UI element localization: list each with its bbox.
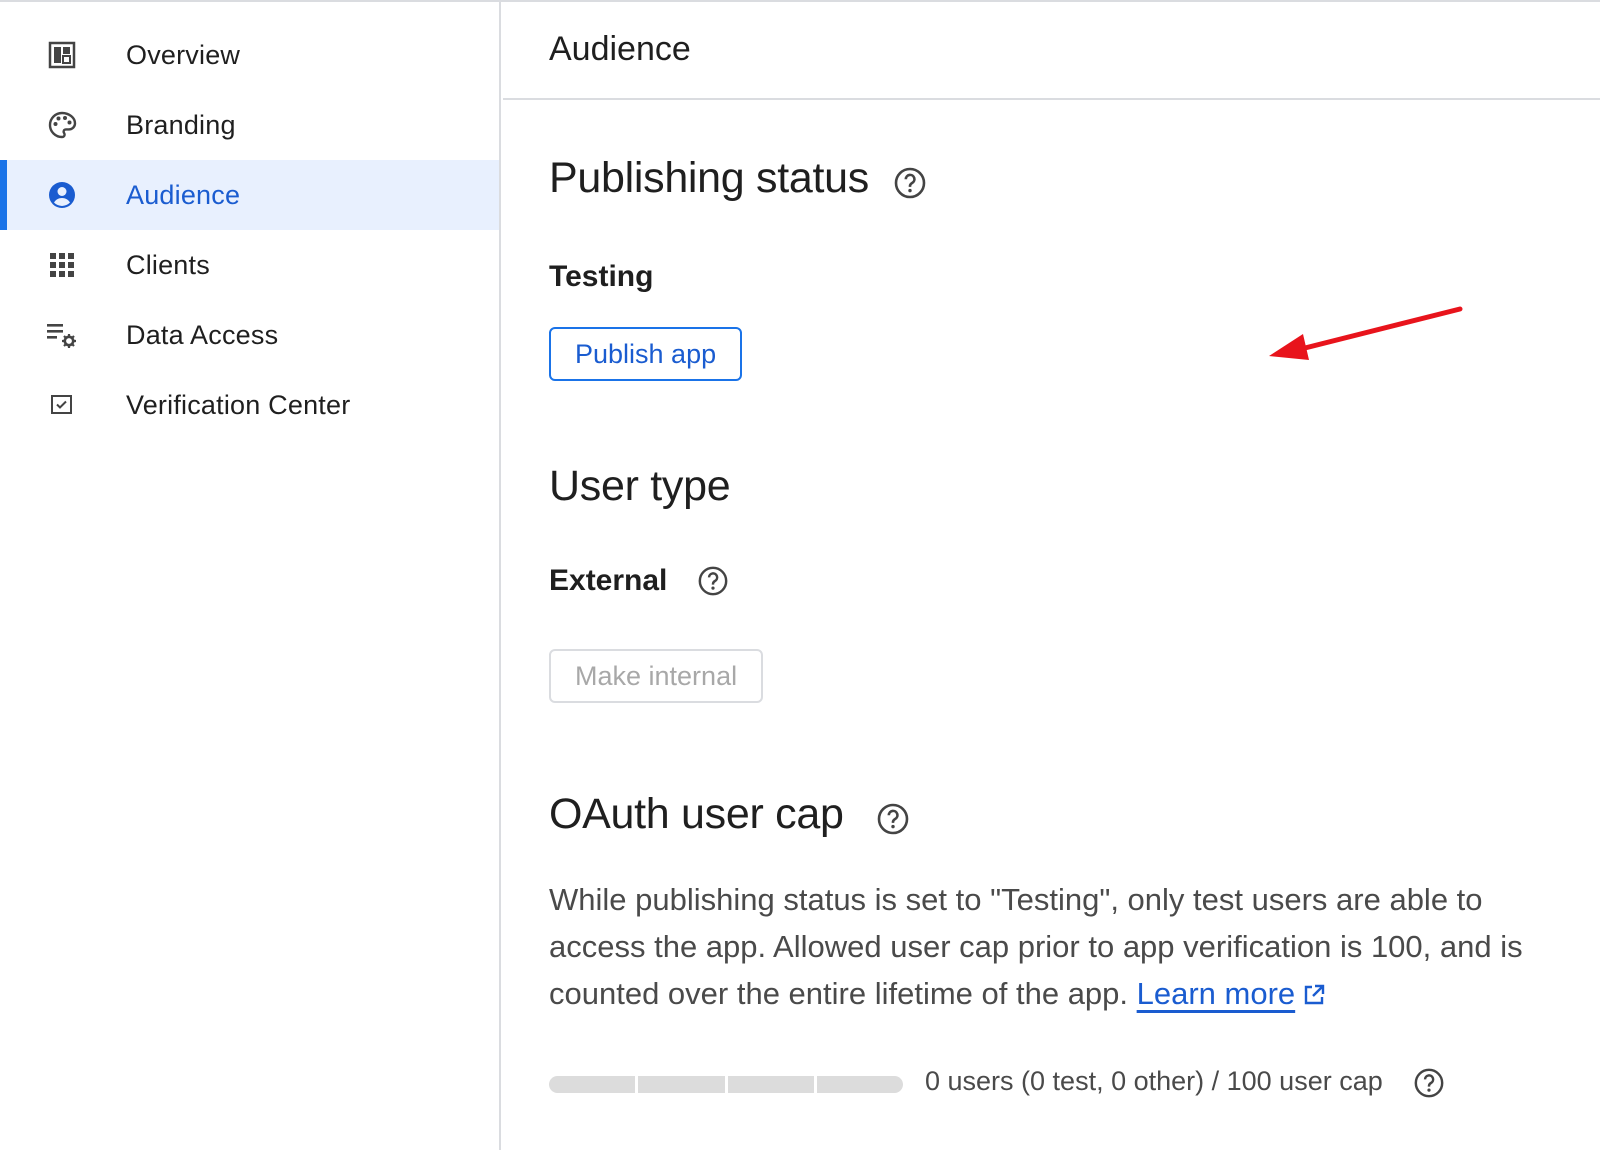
app-frame: Overview Branding Audience Clients Data … [0, 0, 1600, 1150]
help-icon[interactable] [876, 802, 910, 836]
list-settings-icon [46, 319, 78, 351]
sidebar-item-label: Verification Center [126, 389, 351, 420]
publish-app-button[interactable]: Publish app [549, 327, 743, 381]
sidebar-item-data-access[interactable]: Data Access [0, 300, 499, 370]
help-icon[interactable] [893, 166, 927, 200]
user-type-heading: User type [549, 462, 731, 510]
sidebar-item-label: Audience [126, 179, 241, 210]
help-icon[interactable] [697, 565, 729, 597]
sidebar-item-label: Branding [126, 109, 236, 140]
user-cap-progress-bar [549, 1076, 903, 1093]
sidebar-item-audience[interactable]: Audience [0, 160, 499, 230]
sidebar-item-clients[interactable]: Clients [0, 230, 499, 300]
oauth-description-text: While publishing status is set to "Testi… [549, 882, 1523, 1011]
progress-segment [816, 1076, 903, 1093]
annotation-arrow-icon [1269, 306, 1463, 360]
checkbox-icon [46, 389, 78, 421]
sidebar: Overview Branding Audience Clients Data … [0, 2, 501, 1150]
sidebar-item-verification-center[interactable]: Verification Center [0, 370, 499, 440]
oauth-user-cap-heading-text: OAuth user cap [549, 790, 844, 838]
sidebar-item-branding[interactable]: Branding [0, 90, 499, 160]
account-circle-icon [46, 179, 78, 211]
sidebar-item-label: Data Access [126, 319, 279, 350]
learn-more-link[interactable]: Learn more [1137, 976, 1296, 1011]
user-type-value: External [549, 564, 668, 597]
sidebar-item-overview[interactable]: Overview [0, 20, 499, 90]
sidebar-item-label: Clients [126, 249, 210, 280]
publishing-status-value: Testing [549, 260, 654, 293]
progress-segment [549, 1076, 636, 1093]
user-cap-usage-text: 0 users (0 test, 0 other) / 100 user cap [925, 1066, 1383, 1096]
progress-segment [727, 1076, 814, 1093]
external-link-icon [1303, 972, 1325, 1019]
page-header: Audience [503, 2, 1600, 100]
help-icon[interactable] [1413, 1067, 1447, 1101]
user-type-value-row: External [549, 564, 729, 598]
palette-icon [46, 109, 78, 141]
dashboard-icon [46, 39, 78, 71]
make-internal-button: Make internal [549, 649, 764, 703]
publishing-status-heading: Publishing status [549, 154, 927, 203]
apps-grid-icon [46, 249, 78, 281]
oauth-user-cap-heading: OAuth user cap [549, 790, 910, 839]
progress-segment [638, 1076, 725, 1093]
main-content: Audience Publishing status Testing Publi… [503, 2, 1600, 1150]
sidebar-item-label: Overview [126, 39, 241, 70]
page-title: Audience [549, 30, 691, 68]
publishing-status-heading-text: Publishing status [549, 154, 869, 202]
learn-more-label: Learn more [1136, 976, 1296, 1011]
oauth-user-cap-description: While publishing status is set to "Testi… [549, 876, 1549, 1019]
